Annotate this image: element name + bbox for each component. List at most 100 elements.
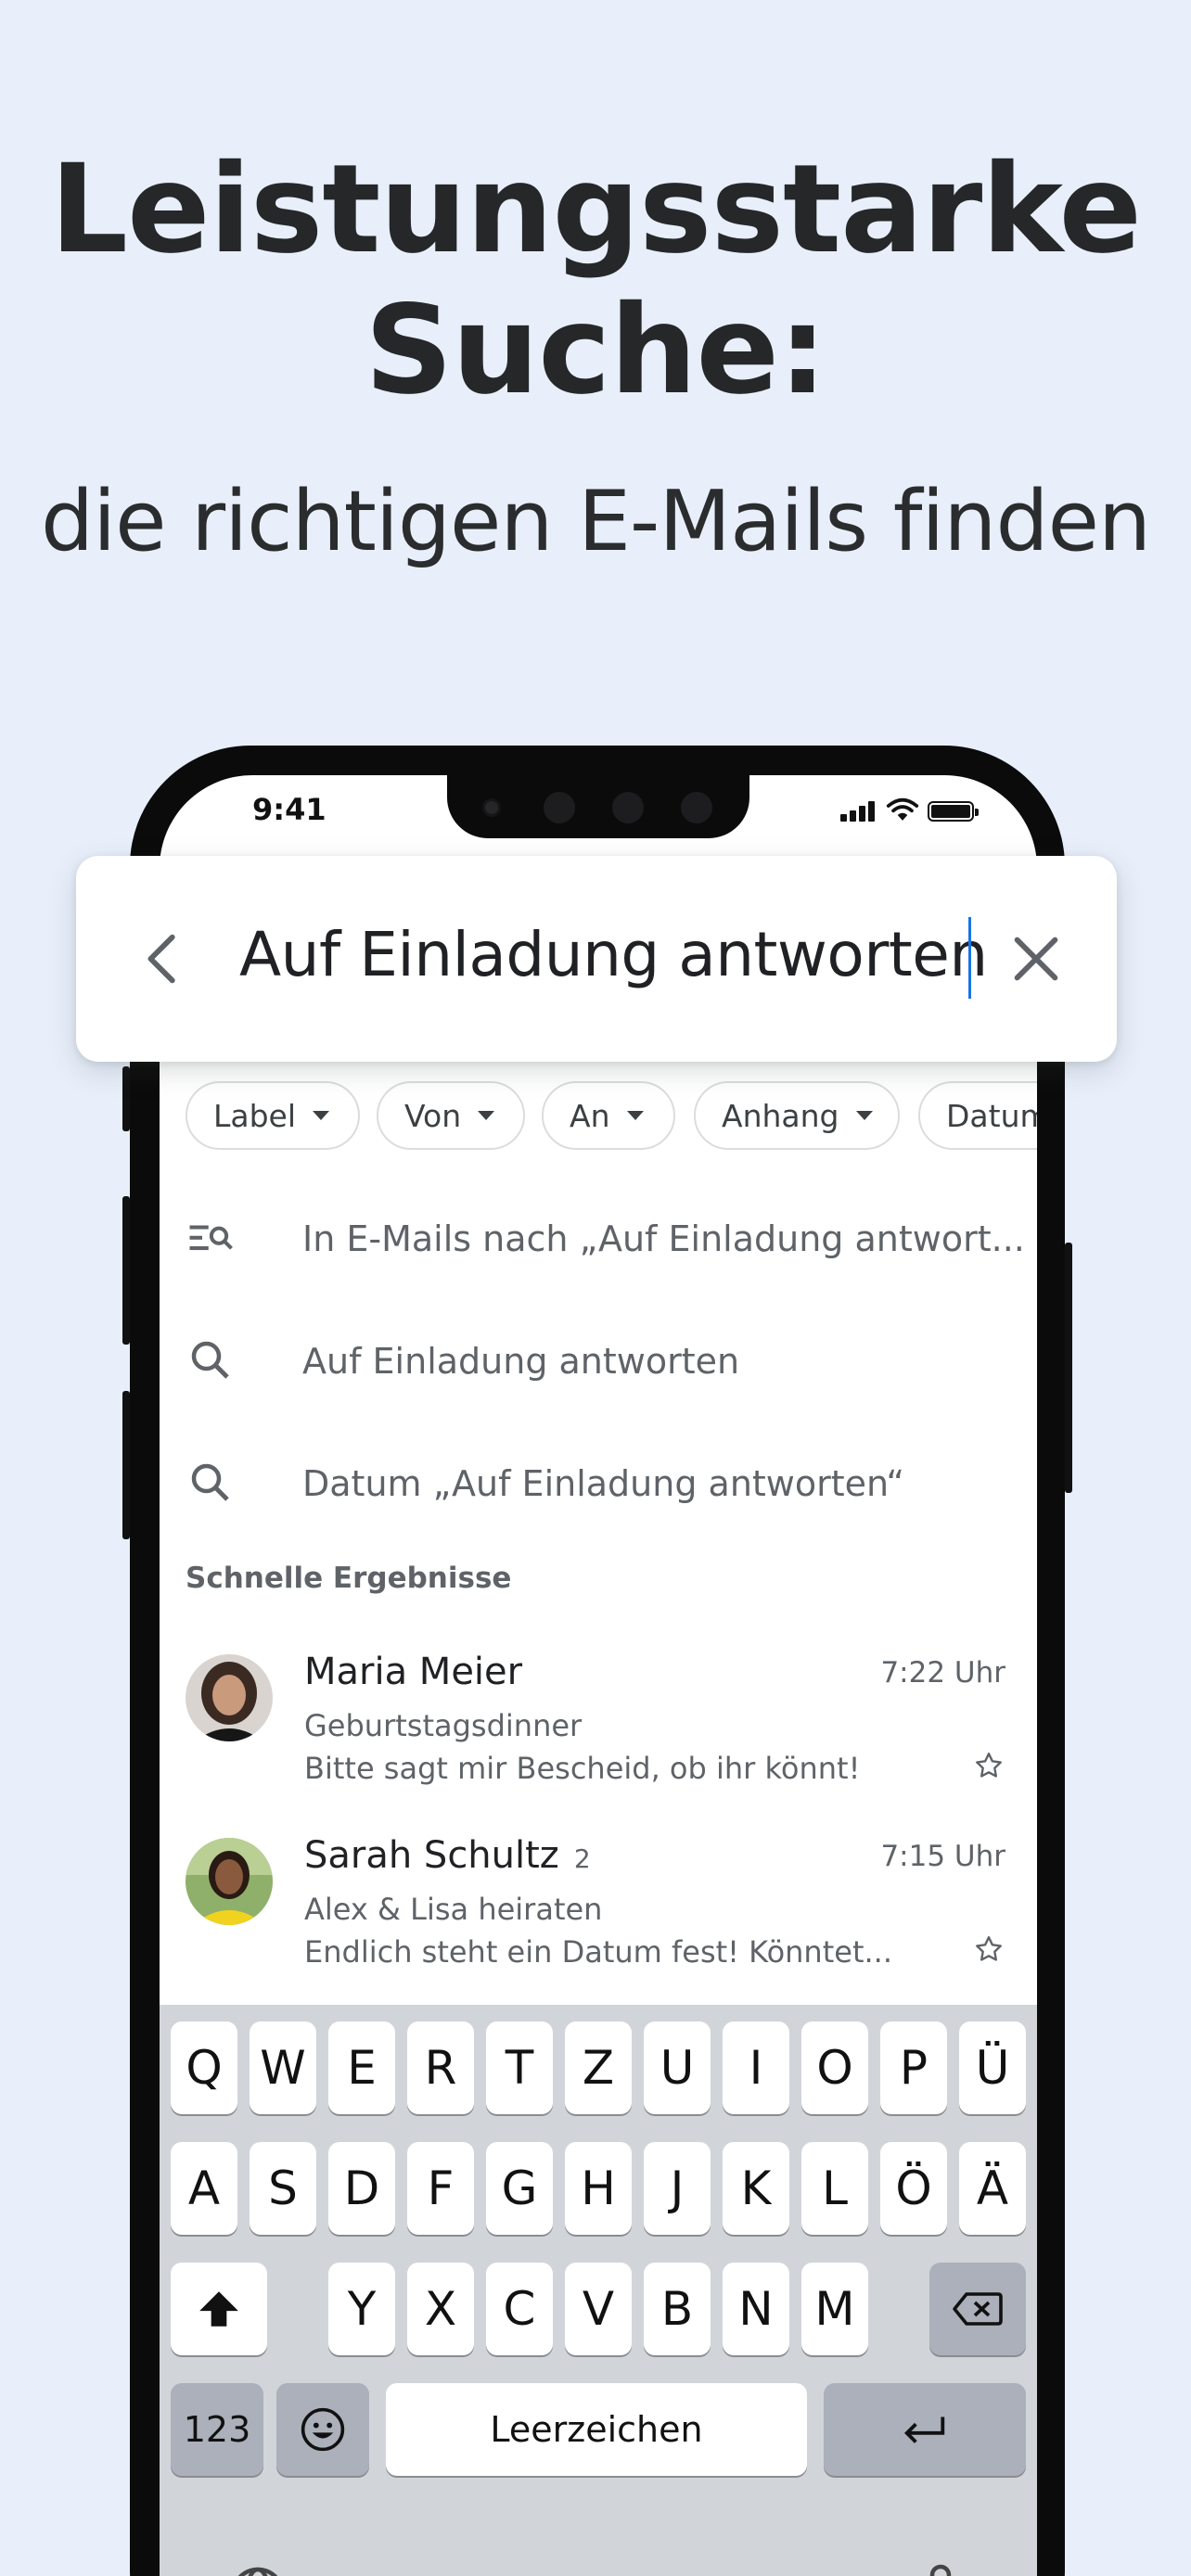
backspace-key[interactable]: [929, 2263, 1026, 2355]
mute-switch: [122, 1066, 130, 1131]
key-b[interactable]: B: [644, 2263, 711, 2355]
close-icon[interactable]: [1004, 926, 1069, 991]
avatar: [186, 1838, 273, 1925]
keyboard: Q W E R T Z U I O P Ü A S D F G H J K L …: [160, 2005, 1037, 2576]
search-in-mail-icon: [189, 1225, 233, 1251]
promo-title-line1: Leistungsstarke: [49, 138, 1142, 281]
key-v[interactable]: V: [565, 2263, 632, 2355]
mail-item[interactable]: Sarah Schultz 2 7:15 Uhr Alex & Lisa heir…: [160, 1810, 1037, 1992]
camera-icon: [482, 798, 501, 817]
key-y[interactable]: Y: [328, 2263, 395, 2355]
wifi-icon: [886, 797, 919, 821]
power-button: [1065, 1243, 1072, 1493]
sender-name: Sarah Schultz: [304, 1834, 559, 1877]
star-icon[interactable]: [972, 1749, 1005, 1782]
mail-sender: Maria Meier: [304, 1651, 522, 1693]
back-arrow-icon[interactable]: [132, 926, 197, 991]
mail-time: 7:15 Uhr: [880, 1840, 1005, 1873]
key-q[interactable]: Q: [171, 2021, 237, 2114]
key-g[interactable]: G: [486, 2142, 553, 2235]
key-e[interactable]: E: [328, 2021, 395, 2114]
globe-icon[interactable]: [224, 2561, 291, 2576]
shift-icon: [199, 2291, 238, 2327]
key-p[interactable]: P: [880, 2021, 947, 2114]
key-r[interactable]: R: [407, 2021, 474, 2114]
dropdown-icon: [478, 1111, 495, 1120]
battery-icon: [928, 801, 979, 822]
promo-subtitle: die richtigen E-Mails finden: [40, 473, 1151, 570]
search-icon: [191, 1463, 229, 1501]
chip-to-text: An: [570, 1097, 610, 1134]
dropdown-icon: [855, 1111, 873, 1120]
key-s[interactable]: S: [250, 2142, 316, 2235]
sensor-icon: [544, 792, 575, 823]
suggestion-text: Auf Einladung antworten: [302, 1341, 740, 1382]
key-oe[interactable]: Ö: [880, 2142, 947, 2235]
dropdown-icon: [626, 1111, 644, 1120]
key-i[interactable]: I: [723, 2021, 789, 2114]
sensor-icon: [681, 792, 712, 823]
chip-label[interactable]: Label: [186, 1081, 360, 1150]
chip-date[interactable]: Datum: [918, 1081, 1037, 1150]
dropdown-icon: [313, 1111, 330, 1120]
text-cursor: [968, 917, 971, 999]
emoji-key[interactable]: [276, 2383, 369, 2476]
suggestion-text: In E-Mails nach „Auf Einladung antwort..…: [302, 1218, 1025, 1259]
key-u[interactable]: U: [644, 2021, 711, 2114]
promo-title: Leistungsstarke Suche:: [0, 139, 1191, 421]
suggestion-query[interactable]: Auf Einladung antworten: [160, 1300, 1037, 1421]
space-key[interactable]: Leerzeichen: [386, 2383, 807, 2476]
key-t[interactable]: T: [486, 2021, 553, 2114]
key-f[interactable]: F: [407, 2142, 474, 2235]
chip-date-text: Datum: [946, 1097, 1037, 1134]
volume-down-button: [122, 1391, 130, 1539]
key-m[interactable]: M: [801, 2263, 868, 2355]
key-w[interactable]: W: [250, 2021, 316, 2114]
status-time: 9:41: [252, 792, 327, 827]
sender-name: Maria Meier: [304, 1651, 523, 1693]
key-o[interactable]: O: [801, 2021, 868, 2114]
key-a[interactable]: A: [171, 2142, 237, 2235]
chip-from-text: Von: [404, 1097, 462, 1134]
return-key[interactable]: [824, 2383, 1026, 2476]
numbers-key[interactable]: 123: [171, 2383, 263, 2476]
key-k[interactable]: K: [723, 2142, 789, 2235]
chip-from[interactable]: Von: [377, 1081, 525, 1150]
mail-snippet: Endlich steht ein Datum fest! Könntet...: [304, 1934, 892, 1970]
key-h[interactable]: H: [565, 2142, 632, 2235]
star-icon[interactable]: [972, 1932, 1005, 1966]
quick-results-title: Schnelle Ergebnisse: [186, 1562, 512, 1595]
mail-item[interactable]: Maria Meier 7:22 Uhr Geburtstagsdinner B…: [160, 1626, 1037, 1808]
key-l[interactable]: L: [801, 2142, 868, 2235]
key-ae[interactable]: Ä: [959, 2142, 1026, 2235]
key-ue[interactable]: Ü: [959, 2021, 1026, 2114]
mail-sender: Sarah Schultz 2: [304, 1834, 591, 1877]
mail-subject: Geburtstagsdinner: [304, 1708, 583, 1743]
search-input[interactable]: Auf Einladung antworten: [239, 919, 988, 990]
suggestion-text: Datum „Auf Einladung antworten“: [302, 1463, 905, 1504]
promo-title-line2: Suche:: [365, 279, 827, 422]
shift-key[interactable]: [171, 2263, 267, 2355]
key-x[interactable]: X: [407, 2263, 474, 2355]
mail-time: 7:22 Uhr: [880, 1656, 1005, 1690]
volume-up-button: [122, 1196, 130, 1345]
thread-count: 2: [573, 1843, 591, 1874]
search-bar: Auf Einladung antworten: [76, 856, 1117, 1062]
search-icon: [191, 1341, 229, 1379]
microphone-icon[interactable]: [907, 2561, 974, 2576]
suggestion-date[interactable]: Datum „Auf Einladung antworten“: [160, 1422, 1037, 1543]
chip-attachment[interactable]: Anhang: [694, 1081, 900, 1150]
key-c[interactable]: C: [486, 2263, 553, 2355]
key-d[interactable]: D: [328, 2142, 395, 2235]
return-icon: [903, 2417, 945, 2443]
sensor-icon: [612, 792, 644, 823]
suggestion-search-in-mail[interactable]: In E-Mails nach „Auf Einladung antwort..…: [160, 1178, 1037, 1298]
chip-to[interactable]: An: [542, 1081, 675, 1150]
notch: [447, 775, 749, 838]
mail-snippet: Bitte sagt mir Bescheid, ob ihr könnt!: [304, 1751, 861, 1786]
key-n[interactable]: N: [723, 2263, 789, 2355]
key-z[interactable]: Z: [565, 2021, 632, 2114]
status-icons: [839, 797, 979, 825]
key-j[interactable]: J: [644, 2142, 711, 2235]
filter-chips: Label Von An Anhang Datum: [160, 1081, 1037, 1152]
